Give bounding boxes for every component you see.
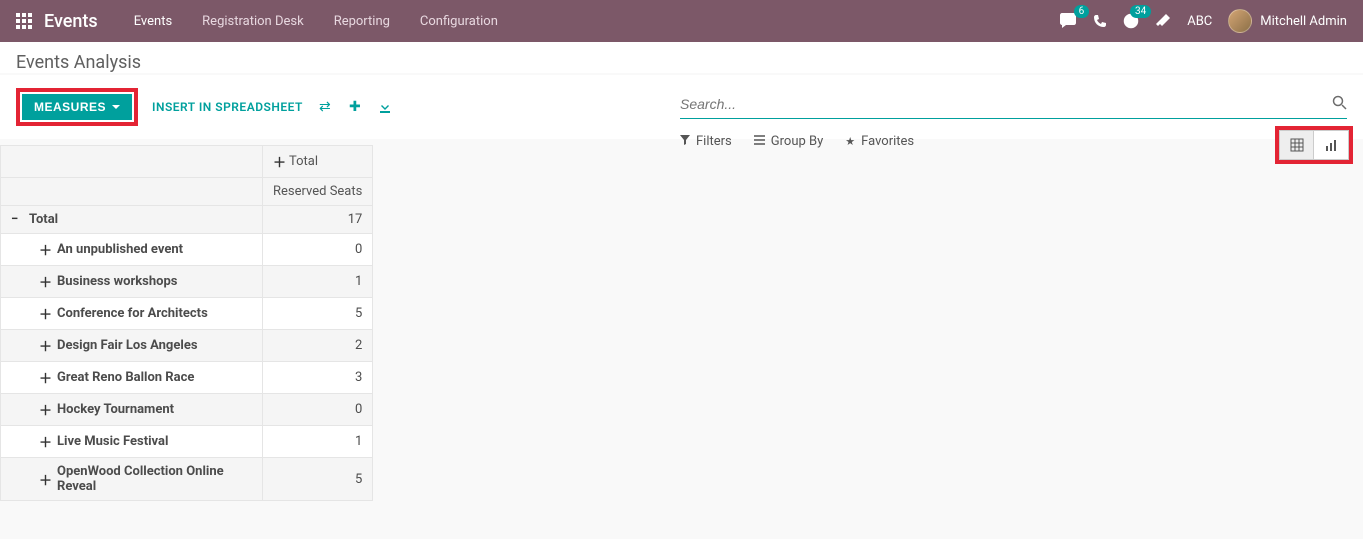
pivot-row-label: Live Music Festival <box>57 434 168 449</box>
measures-highlight: MEASURES <box>16 88 138 126</box>
activities-badge: 34 <box>1130 5 1151 18</box>
plus-icon: ＋ <box>39 272 49 291</box>
plus-icon: ＋ <box>39 470 49 489</box>
tools-icon[interactable] <box>1155 13 1171 29</box>
pivot-row-label: Hockey Tournament <box>57 402 174 417</box>
phone-icon[interactable] <box>1093 14 1107 28</box>
pivot-row[interactable]: ＋ Live Music Festival <box>1 426 263 458</box>
messages-icon[interactable]: 6 <box>1059 13 1077 29</box>
download-icon[interactable] <box>377 100 393 114</box>
app-brand[interactable]: Events <box>44 11 98 32</box>
pivot-cell: 5 <box>263 458 373 501</box>
navbar: Events Events Registration Desk Reportin… <box>0 0 1363 42</box>
col-total-label: Total <box>289 154 318 169</box>
pivot-row-label: OpenWood Collection Online Reveal <box>57 464 252 494</box>
pivot-row[interactable]: ＋ OpenWood Collection Online Reveal <box>1 458 263 501</box>
nav-links: Events Registration Desk Reporting Confi… <box>122 10 510 33</box>
pivot-row[interactable]: ＋ An unpublished event <box>1 234 263 266</box>
pivot-cell: 1 <box>263 266 373 298</box>
pivot-cell: 0 <box>263 234 373 266</box>
page-title: Events Analysis <box>16 52 1347 73</box>
search-input[interactable] <box>680 92 1332 116</box>
apps-icon[interactable] <box>16 13 32 29</box>
plus-icon: ＋ <box>39 240 49 259</box>
plus-icon: ＋ <box>39 400 49 419</box>
plus-icon: ＋ <box>273 152 283 171</box>
pivot-cell: 5 <box>263 298 373 330</box>
pivot-col-total[interactable]: ＋ Total <box>263 146 373 178</box>
pivot-total-value: 17 <box>263 206 373 234</box>
pivot-cell: 0 <box>263 394 373 426</box>
pivot-row-label: Design Fair Los Angeles <box>57 338 198 353</box>
activities-icon[interactable]: 34 <box>1123 13 1139 29</box>
nav-link-configuration[interactable]: Configuration <box>408 10 510 33</box>
pivot-corner2 <box>1 178 263 206</box>
plus-icon: ＋ <box>39 336 49 355</box>
search-bar <box>680 92 1347 119</box>
insert-spreadsheet-button[interactable]: INSERT IN SPREADSHEET <box>152 100 303 114</box>
measures-label: MEASURES <box>34 100 106 114</box>
pivot-row[interactable]: ＋ Hockey Tournament <box>1 394 263 426</box>
nav-link-reporting[interactable]: Reporting <box>322 10 402 33</box>
pivot-measure-header[interactable]: Reserved Seats <box>263 178 373 206</box>
expand-all-icon[interactable]: ✚ <box>347 99 363 115</box>
left-controls: MEASURES INSERT IN SPREADSHEET ⇄ ✚ <box>16 88 393 126</box>
pivot-cell: 2 <box>263 330 373 362</box>
measures-button[interactable]: MEASURES <box>22 94 132 120</box>
plus-icon: ＋ <box>39 368 49 387</box>
caret-down-icon <box>112 105 120 109</box>
pivot-cell: 1 <box>263 426 373 458</box>
navbar-right: 6 34 ABC Mitchell Admin <box>1059 9 1347 33</box>
pivot-row-label: Great Reno Ballon Race <box>57 370 194 385</box>
plus-icon: ＋ <box>39 304 49 323</box>
nav-link-events[interactable]: Events <box>122 10 184 33</box>
pivot-cell: 3 <box>263 362 373 394</box>
user-menu[interactable]: Mitchell Admin <box>1228 9 1347 33</box>
pivot-row-label: Business workshops <box>57 274 177 289</box>
abc-text[interactable]: ABC <box>1187 14 1212 29</box>
pivot-row-label: An unpublished event <box>57 242 183 257</box>
plus-icon: ＋ <box>39 432 49 451</box>
pivot-table: ＋Total Reserved Seats −Total 17 ＋An unpu… <box>0 145 373 501</box>
minus-icon: − <box>11 212 21 227</box>
pivot-row-label: Conference for Architects <box>57 306 208 321</box>
messages-badge: 6 <box>1074 5 1090 18</box>
pivot-row[interactable]: ＋ Design Fair Los Angeles <box>1 330 263 362</box>
nav-link-registration-desk[interactable]: Registration Desk <box>190 10 316 33</box>
pivot-row[interactable]: ＋ Business workshops <box>1 266 263 298</box>
content-area: ＋Total Reserved Seats −Total 17 ＋An unpu… <box>0 145 1363 501</box>
user-name: Mitchell Admin <box>1260 14 1347 29</box>
search-icon[interactable] <box>1332 95 1347 114</box>
avatar <box>1228 9 1252 33</box>
pivot-row[interactable]: ＋ Great Reno Ballon Race <box>1 362 263 394</box>
view-header: Events Analysis <box>0 42 1363 73</box>
pivot-corner <box>1 146 263 178</box>
flip-axis-icon[interactable]: ⇄ <box>317 99 333 115</box>
pivot-row[interactable]: ＋ Conference for Architects <box>1 298 263 330</box>
pivot-row-total[interactable]: −Total <box>1 206 263 234</box>
row-total-label: Total <box>29 212 58 227</box>
